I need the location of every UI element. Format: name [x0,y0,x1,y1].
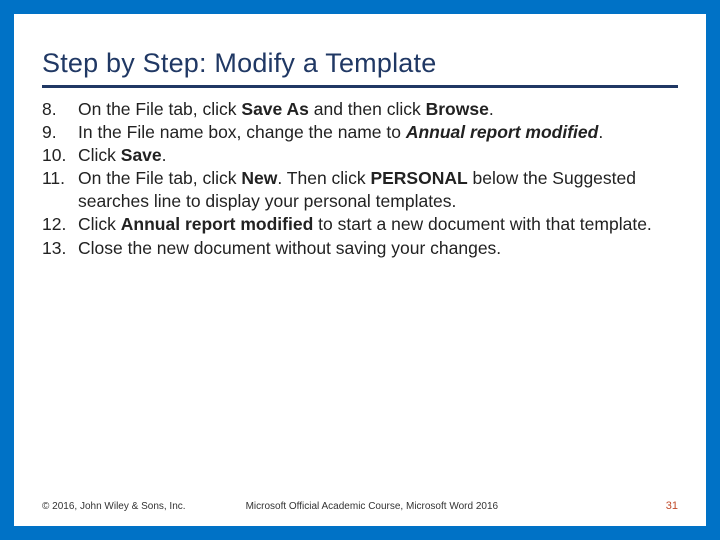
step-text: In the File name box, change the name to… [78,122,603,142]
step-number: 8. [42,98,70,121]
step-item: 13. Close the new document without saving… [42,237,678,260]
step-text-run: . Then click [277,168,370,188]
step-text-run: In the File name box, change the name to [78,122,406,142]
step-text: On the File tab, click New. Then click P… [78,168,636,211]
step-text-run: Save As [241,99,308,119]
step-item: 12. Click Annual report modified to start… [42,213,678,236]
step-text-run: On the File tab, click [78,99,241,119]
step-text: On the File tab, click Save As and then … [78,99,494,119]
step-text-run: Browse [426,99,489,119]
step-number: 10. [42,144,70,167]
step-text-run: . [162,145,167,165]
step-text: Click Annual report modified to start a … [78,214,652,234]
step-text-run: Close the new document without saving yo… [78,238,501,258]
step-text-run: New [241,168,277,188]
footer: © 2016, John Wiley & Sons, Inc. Microsof… [14,500,706,512]
footer-course: Microsoft Official Academic Course, Micr… [246,501,666,512]
slide: Step by Step: Modify a Template 8. On the… [14,14,706,526]
step-text-run: Save [121,145,162,165]
step-item: 9. In the File name box, change the name … [42,121,678,144]
step-item: 11. On the File tab, click New. Then clic… [42,167,678,213]
step-text-run: On the File tab, click [78,168,241,188]
step-item: 8. On the File tab, click Save As and the… [42,98,678,121]
step-text: Close the new document without saving yo… [78,238,501,258]
step-text-run: . [489,99,494,119]
footer-copyright: © 2016, John Wiley & Sons, Inc. [42,501,186,512]
step-text-run: Click [78,145,121,165]
step-text-run: PERSONAL [370,168,467,188]
step-text-run: to start a new document with that templa… [313,214,652,234]
step-list: 8. On the File tab, click Save As and the… [42,98,678,260]
slide-title: Step by Step: Modify a Template [42,48,678,88]
step-number: 12. [42,213,70,236]
step-text: Click Save. [78,145,167,165]
step-text-run: Annual report modified [121,214,314,234]
footer-page-number: 31 [666,500,678,512]
step-text-run: . [598,122,603,142]
slide-content: Step by Step: Modify a Template 8. On the… [14,14,706,260]
step-text-run: and then click [309,99,426,119]
step-text-run: Click [78,214,121,234]
step-number: 9. [42,121,70,144]
step-number: 11. [42,167,70,190]
step-text-run: Annual report modified [406,122,599,142]
step-number: 13. [42,237,70,260]
step-item: 10. Click Save. [42,144,678,167]
